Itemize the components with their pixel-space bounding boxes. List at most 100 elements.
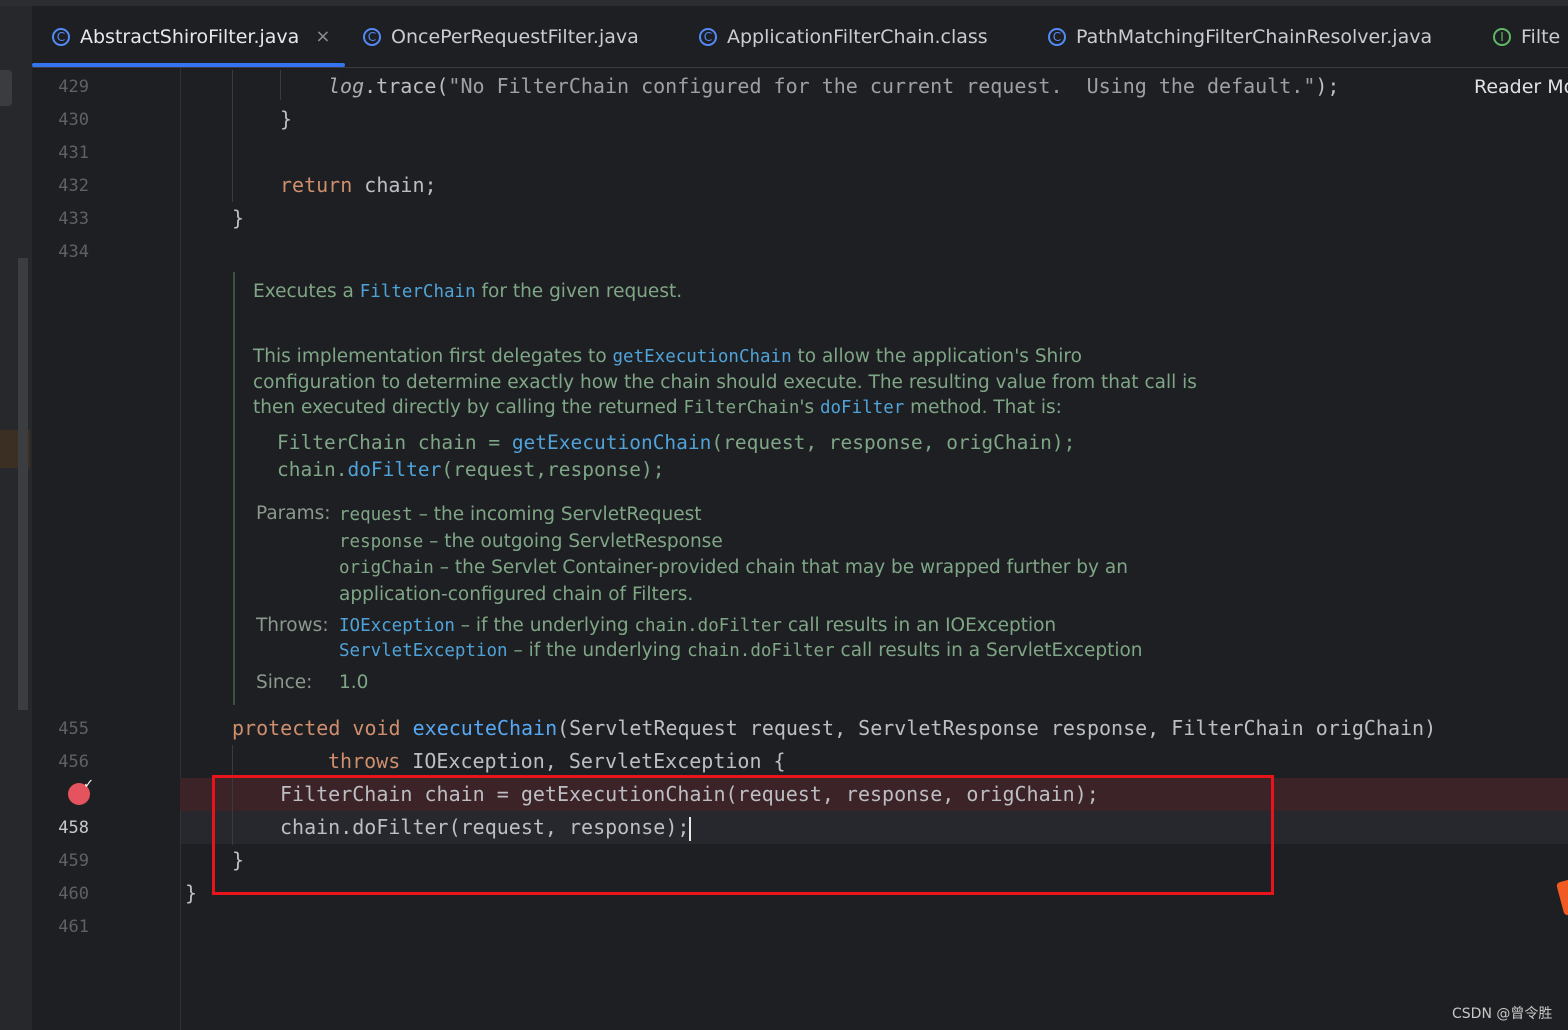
doc-text: response — [339, 531, 424, 552]
doc-text: origChain — [339, 558, 434, 578]
doc-text: configuration to determine exactly how t… — [253, 371, 1197, 393]
doc-paragraph-line: then executed directly by calling the re… — [253, 397, 1062, 418]
line-number[interactable]: 456 — [58, 746, 89, 779]
doc-link[interactable]: ServletException — [339, 641, 508, 661]
doc-link[interactable]: IOException — [339, 616, 455, 636]
doc-text: (request, response, origChain); — [711, 431, 1076, 454]
line-number[interactable]: 432 — [58, 170, 89, 203]
code-token: protected — [232, 716, 341, 740]
doc-text: – if the underlying — [454, 615, 635, 636]
tab-once-per-request-filter[interactable]: C OncePerRequestFilter.java — [363, 6, 639, 67]
reader-mode-button[interactable]: Reader Mo — [1474, 76, 1568, 98]
code-line[interactable]: } — [185, 877, 197, 910]
line-number[interactable]: 458 — [58, 812, 89, 845]
code-token: } — [185, 881, 198, 905]
doc-text: chain.doFilter — [634, 616, 782, 636]
line-number[interactable]: 459 — [58, 845, 89, 878]
code-token: executeChain — [412, 716, 558, 740]
class-icon: C — [363, 27, 381, 46]
code-line[interactable]: } — [280, 103, 292, 136]
interface-icon: I — [1493, 27, 1511, 46]
tab-abstract-shiro-filter[interactable]: C AbstractShiroFilter.java × — [52, 6, 330, 67]
code-token: "No FilterChain configured for the curre… — [448, 74, 1316, 98]
check-icon: ✓ — [83, 777, 94, 792]
code-line[interactable]: protected void executeChain(ServletReque… — [232, 712, 1436, 745]
code-line[interactable]: return chain; — [280, 169, 437, 202]
line-number-gutter[interactable] — [32, 68, 181, 1030]
param-entry: request – the incoming ServletRequest — [339, 504, 702, 525]
doc-text: chain. — [277, 458, 348, 481]
doc-text: to allow the application's Shiro — [791, 346, 1082, 367]
floating-widget[interactable] — [1555, 877, 1568, 917]
code-token: IOException, ServletException { — [400, 749, 786, 773]
doc-text: (request,response); — [441, 458, 665, 481]
left-tool-strip — [0, 6, 32, 1030]
tab-label: OncePerRequestFilter.java — [391, 25, 639, 48]
doc-text: Executes a — [253, 281, 360, 302]
watermark: CSDN @曾令胜 — [1452, 1006, 1553, 1022]
editor-tab-bar: C AbstractShiroFilter.java × C OncePerRe… — [32, 6, 1568, 68]
since-label: Since: — [256, 672, 313, 693]
doc-summary: Executes a FilterChain for the given req… — [253, 281, 682, 302]
doc-text: call results in a ServletException — [834, 640, 1143, 661]
tab-label: PathMatchingFilterChainResolver.java — [1076, 25, 1433, 48]
doc-text: then executed directly by calling the re… — [253, 397, 684, 418]
doc-text: FilterChain — [683, 398, 800, 418]
doc-text: – the Servlet Container-provided chain t… — [433, 557, 1128, 578]
doc-text: FilterChain chain = — [277, 431, 512, 454]
close-icon[interactable]: × — [315, 26, 330, 47]
code-line[interactable]: log.trace("No FilterChain configured for… — [328, 70, 1339, 103]
param-entry: origChain – the Servlet Container-provid… — [339, 557, 1128, 578]
scrollbar-thumb[interactable] — [18, 258, 28, 710]
tab-label: AbstractShiroFilter.java — [80, 25, 300, 48]
doc-text: request — [339, 505, 413, 525]
annotation-highlight-box — [212, 775, 1274, 895]
param-entry: application-configured chain of Filters. — [339, 584, 693, 605]
throws-entry: ServletException – if the underlying cha… — [339, 640, 1143, 661]
line-number[interactable]: 430 — [58, 104, 89, 137]
code-token: ); — [1315, 74, 1340, 98]
line-number[interactable]: 461 — [58, 911, 89, 944]
params-label: Params: — [256, 503, 331, 524]
class-icon: C — [699, 27, 717, 46]
tool-window-button[interactable] — [0, 70, 12, 106]
doc-link[interactable]: doFilter — [347, 458, 441, 481]
line-number[interactable]: 431 — [58, 137, 89, 170]
indent-guide — [232, 70, 233, 202]
line-number[interactable]: 455 — [58, 713, 89, 746]
doc-link[interactable]: getExecutionChain — [512, 431, 712, 454]
code-token: throws — [328, 749, 401, 773]
throws-entry: IOException – if the underlying chain.do… — [339, 615, 1056, 636]
doc-code-line: chain.doFilter(request,response); — [277, 458, 664, 481]
tab-path-matching-resolver[interactable]: C PathMatchingFilterChainResolver.java — [1048, 6, 1432, 67]
tab-application-filter-chain[interactable]: C ApplicationFilterChain.class — [699, 6, 988, 67]
line-number[interactable]: 460 — [58, 878, 89, 911]
line-number[interactable]: 434 — [58, 236, 89, 269]
doc-paragraph-line: configuration to determine exactly how t… — [253, 372, 1197, 393]
code-token: log — [328, 74, 365, 98]
throws-label: Throws: — [256, 615, 329, 636]
code-token: chain; — [352, 173, 437, 197]
doc-code-line: FilterChain chain = getExecutionChain(re… — [277, 431, 1075, 454]
param-entry: response – the outgoing ServletResponse — [339, 531, 723, 552]
since-value: 1.0 — [339, 672, 369, 693]
doc-link[interactable]: FilterChain — [360, 282, 476, 302]
breakpoint-icon[interactable]: ✓ — [68, 777, 94, 805]
doc-link[interactable]: getExecutionChain — [613, 347, 792, 367]
code-line[interactable]: throws IOException, ServletException { — [328, 745, 786, 778]
code-token: } — [280, 107, 293, 131]
code-line[interactable]: } — [232, 202, 244, 235]
line-number[interactable]: 429 — [58, 71, 89, 104]
tab-label: ApplicationFilterChain.class — [727, 25, 988, 48]
doc-text: This implementation first delegates to — [253, 346, 613, 367]
tab-filter[interactable]: I Filte — [1493, 6, 1560, 67]
class-icon: C — [52, 27, 70, 46]
code-token: (ServletRequest request, ServletResponse… — [557, 716, 1437, 740]
doc-link[interactable]: doFilter — [820, 398, 904, 418]
doc-paragraph-line: This implementation first delegates to g… — [253, 346, 1082, 367]
line-number[interactable]: 433 — [58, 203, 89, 236]
code-token: .trace( — [364, 74, 449, 98]
doc-text: – if the underlying — [507, 640, 688, 661]
